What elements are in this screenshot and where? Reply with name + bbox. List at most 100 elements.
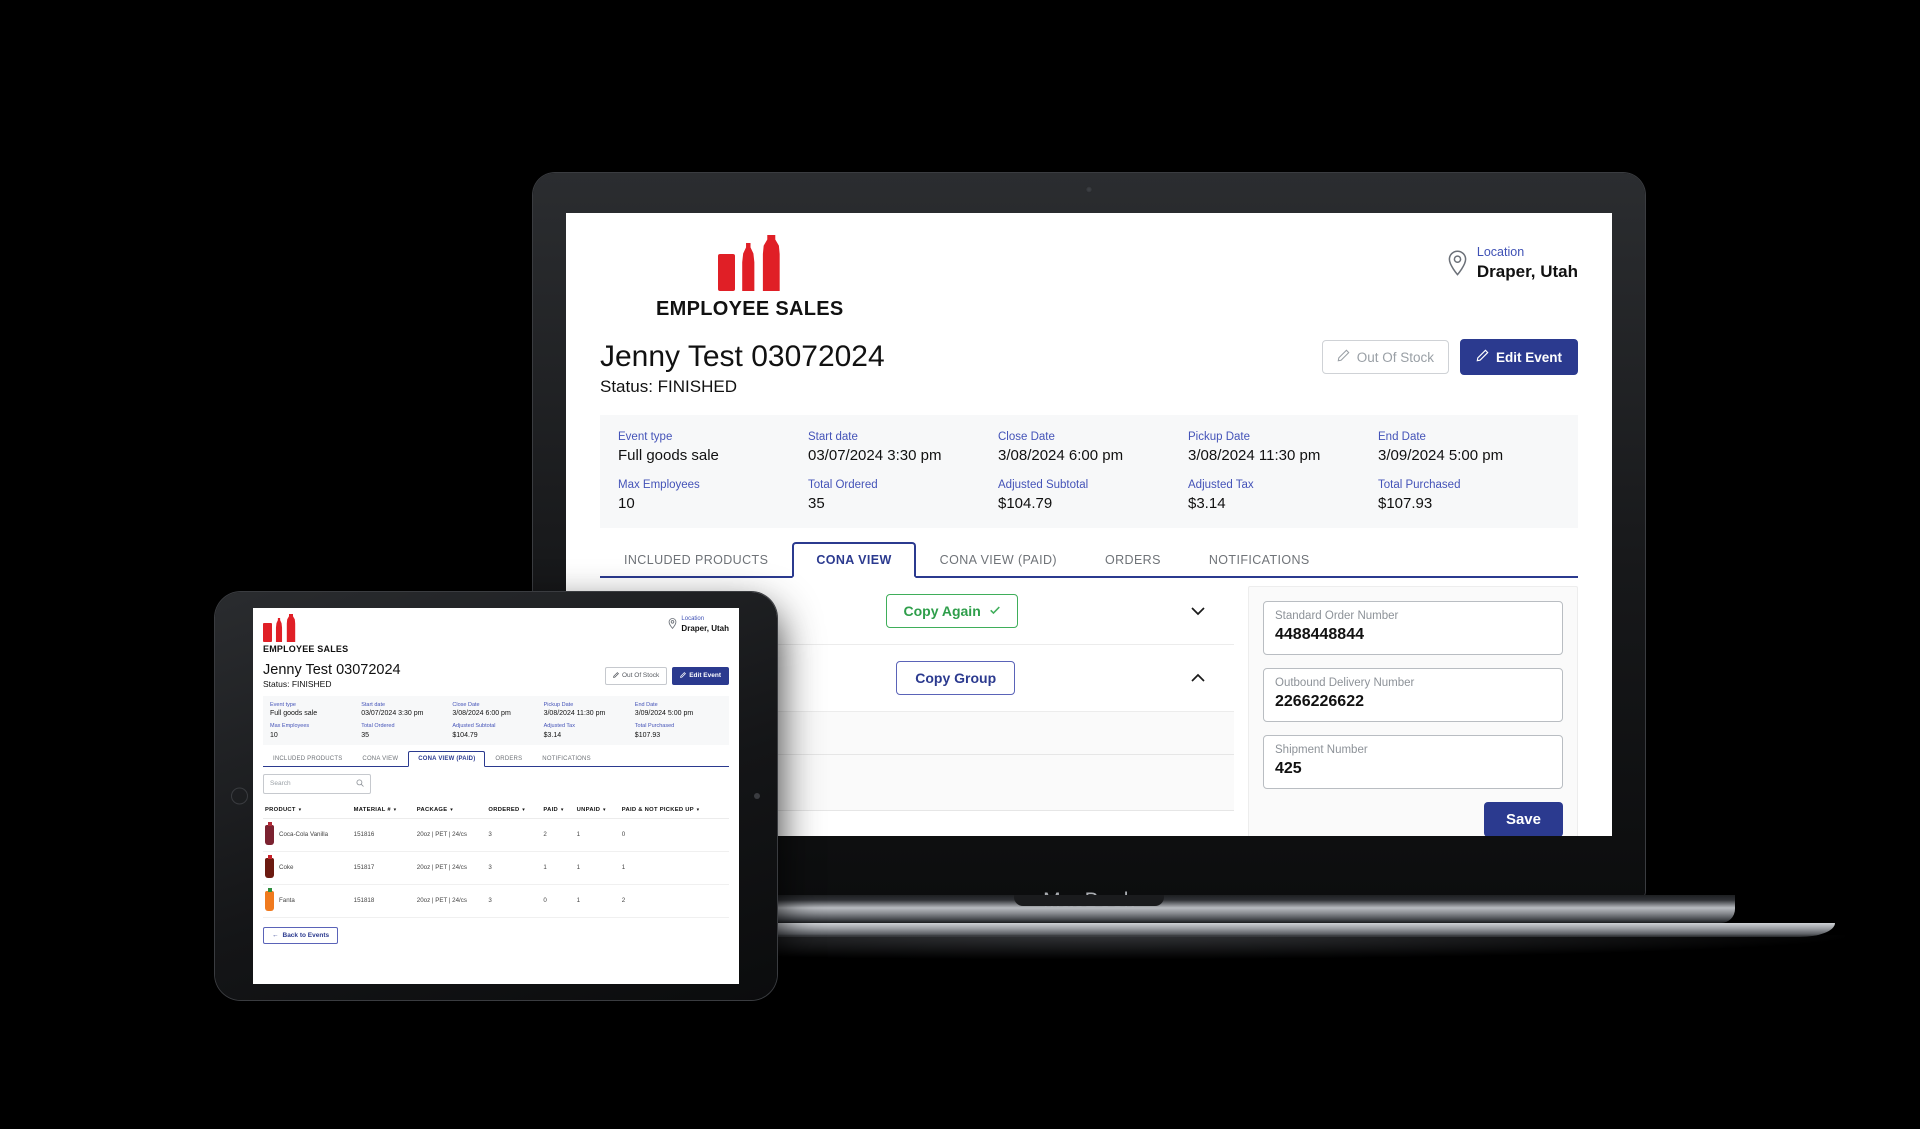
info-label: Total Ordered bbox=[361, 723, 395, 730]
product-thumbnail bbox=[265, 821, 274, 845]
tab-included-products[interactable]: INCLUDED PRODUCTS bbox=[263, 751, 352, 766]
info-cell: Start date 03/07/2024 3:30 pm bbox=[808, 429, 990, 467]
out-of-stock-button[interactable]: Out Of Stock bbox=[604, 666, 668, 685]
col-paid-not-picked-up[interactable]: PAID & NOT PICKED UP ▼ bbox=[619, 801, 729, 819]
search-icon bbox=[356, 779, 364, 789]
cell-package: 20oz | PET | 24/cs bbox=[414, 884, 487, 918]
col-product[interactable]: PRODUCT ▼ bbox=[263, 801, 352, 819]
search-input[interactable]: Search bbox=[263, 773, 371, 794]
info-cell: End Date 3/09/2024 5:00 pm bbox=[635, 701, 722, 718]
info-value: 3/08/2024 6:00 pm bbox=[998, 447, 1124, 465]
info-value: 35 bbox=[808, 494, 825, 512]
cell-paid: 2 bbox=[541, 818, 575, 852]
info-cell: Pickup Date 3/08/2024 11:30 pm bbox=[544, 701, 631, 718]
shipment-number-field[interactable]: Shipment Number 425 bbox=[1263, 735, 1563, 790]
info-cell: Max Employees 10 bbox=[270, 722, 357, 739]
info-value: 03/07/2024 3:30 pm bbox=[361, 710, 424, 718]
info-value: 3/08/2024 6:00 pm bbox=[452, 710, 511, 718]
page-title: Jenny Test 03072024 bbox=[263, 662, 401, 678]
copy-again-label: Copy Again bbox=[903, 603, 981, 619]
edit-event-label: Edit Event bbox=[689, 672, 721, 679]
table-row[interactable]: Coca-Cola Vanilla 151816 20oz | PET | 24… bbox=[263, 818, 729, 852]
col-unpaid[interactable]: UNPAID ▼ bbox=[574, 801, 620, 819]
products-table: PRODUCT ▼ MATERIAL # ▼ PACKAGE ▼ ORDERED… bbox=[263, 801, 729, 918]
tablet-title-row: Jenny Test 03072024 Status: FINISHED Out… bbox=[263, 662, 729, 689]
table-row[interactable]: Fanta 151818 20oz | PET | 24/cs 3 0 1 2 bbox=[263, 884, 729, 918]
out-of-stock-button[interactable]: Out Of Stock bbox=[1321, 340, 1449, 374]
product-name: Fanta bbox=[279, 897, 295, 905]
check-icon bbox=[989, 603, 1001, 619]
product-name: Coca-Cola Vanilla bbox=[279, 831, 329, 839]
arrow-left-icon: ← bbox=[272, 931, 279, 939]
cell-package: 20oz | PET | 24/cs bbox=[414, 818, 487, 852]
tab-notifications[interactable]: NOTIFICATIONS bbox=[1185, 542, 1334, 576]
copy-again-button[interactable]: Copy Again bbox=[886, 594, 1018, 628]
info-cell: Total Ordered 35 bbox=[808, 477, 990, 515]
app-header: EMPLOYEE SALES Location Draper, Utah bbox=[566, 213, 1612, 321]
out-of-stock-label: Out Of Stock bbox=[621, 672, 660, 679]
col-paid[interactable]: PAID ▼ bbox=[541, 801, 575, 819]
back-to-events-button[interactable]: ← Back to Events bbox=[263, 926, 339, 944]
info-cell: Close Date 3/08/2024 6:00 pm bbox=[998, 429, 1180, 467]
info-label: Start date bbox=[808, 431, 858, 443]
field-value: 2266226622 bbox=[1275, 693, 1364, 711]
tab-notifications[interactable]: NOTIFICATIONS bbox=[532, 751, 601, 766]
info-label: Event type bbox=[618, 431, 673, 443]
tablet-body: EMPLOYEE SALES Location Draper, Utah Jen… bbox=[215, 592, 777, 1000]
table-row[interactable]: Coke 151817 20oz | PET | 24/cs 3 1 1 1 bbox=[263, 851, 729, 885]
info-cell: Event type Full goods sale bbox=[270, 701, 357, 718]
info-cell: Total Purchased $107.93 bbox=[1378, 477, 1560, 515]
info-label: Total Purchased bbox=[1378, 478, 1461, 491]
sort-arrow-icon: ▼ bbox=[449, 806, 454, 812]
tab-cona-view-paid[interactable]: CONA VIEW (PAID) bbox=[916, 542, 1081, 576]
chevron-up-icon[interactable] bbox=[1188, 668, 1208, 688]
chevron-down-icon[interactable] bbox=[1188, 601, 1208, 621]
order-numbers-panel: Standard Order Number 4488448844 Outboun… bbox=[1248, 586, 1578, 836]
page-title: Jenny Test 03072024 bbox=[600, 340, 885, 373]
tab-orders[interactable]: ORDERS bbox=[485, 751, 532, 766]
edit-event-button[interactable]: Edit Event bbox=[1459, 339, 1578, 375]
tab-orders[interactable]: ORDERS bbox=[1081, 542, 1185, 576]
copy-group-button[interactable]: Copy Group bbox=[896, 661, 1016, 695]
out-of-stock-label: Out Of Stock bbox=[1356, 349, 1434, 365]
tab-cona-view[interactable]: CONA VIEW bbox=[792, 542, 916, 578]
standard-order-number-field[interactable]: Standard Order Number 4488448844 bbox=[1263, 601, 1563, 656]
col-material[interactable]: MATERIAL # ▼ bbox=[351, 801, 415, 819]
info-value: $3.14 bbox=[1188, 494, 1226, 512]
info-label: Event type bbox=[270, 702, 296, 708]
info-cell: Pickup Date 3/08/2024 11:30 pm bbox=[1188, 429, 1370, 467]
info-value: 35 bbox=[361, 731, 369, 739]
info-cell: Adjusted Subtotal $104.79 bbox=[452, 722, 539, 739]
info-value: $104.79 bbox=[452, 731, 478, 739]
tab-included-products[interactable]: INCLUDED PRODUCTS bbox=[600, 542, 792, 576]
info-cell: Adjusted Subtotal $104.79 bbox=[998, 477, 1180, 515]
home-button[interactable] bbox=[231, 787, 248, 805]
info-value: $104.79 bbox=[998, 494, 1053, 512]
bottles-icon bbox=[263, 614, 348, 642]
sort-arrow-icon: ▼ bbox=[297, 806, 303, 812]
col-package[interactable]: PACKAGE ▼ bbox=[414, 801, 487, 819]
info-label: Start date bbox=[361, 702, 386, 708]
cell-paid: 0 bbox=[541, 884, 575, 918]
info-value: $3.14 bbox=[543, 731, 562, 739]
info-label: End Date bbox=[634, 702, 658, 708]
info-value: Full goods sale bbox=[270, 710, 318, 718]
cell-package: 20oz | PET | 24/cs bbox=[414, 851, 487, 885]
cell-material: 151818 bbox=[351, 884, 415, 918]
brand-name: EMPLOYEE SALES bbox=[263, 644, 349, 654]
info-value: 10 bbox=[270, 731, 278, 739]
cell-unpaid: 1 bbox=[574, 818, 620, 852]
info-cell: Close Date 3/08/2024 6:00 pm bbox=[452, 701, 539, 718]
outbound-delivery-number-field[interactable]: Outbound Delivery Number 2266226622 bbox=[1263, 668, 1563, 723]
save-button[interactable]: Save bbox=[1483, 802, 1563, 836]
tab-cona-view-paid[interactable]: CONA VIEW (PAID) bbox=[408, 750, 486, 767]
location-label: Location bbox=[1476, 245, 1525, 259]
edit-event-button[interactable]: Edit Event bbox=[672, 666, 729, 685]
tab-bar: INCLUDED PRODUCTS CONA VIEW CONA VIEW (P… bbox=[600, 542, 1578, 578]
tab-cona-view[interactable]: CONA VIEW bbox=[352, 751, 408, 766]
info-value: 3/08/2024 11:30 pm bbox=[1188, 447, 1321, 465]
status-text: Status: FINISHED bbox=[600, 377, 737, 396]
info-value: $107.93 bbox=[1378, 494, 1433, 512]
col-ordered[interactable]: ORDERED ▼ bbox=[486, 801, 542, 819]
sort-arrow-icon: ▼ bbox=[392, 806, 398, 812]
